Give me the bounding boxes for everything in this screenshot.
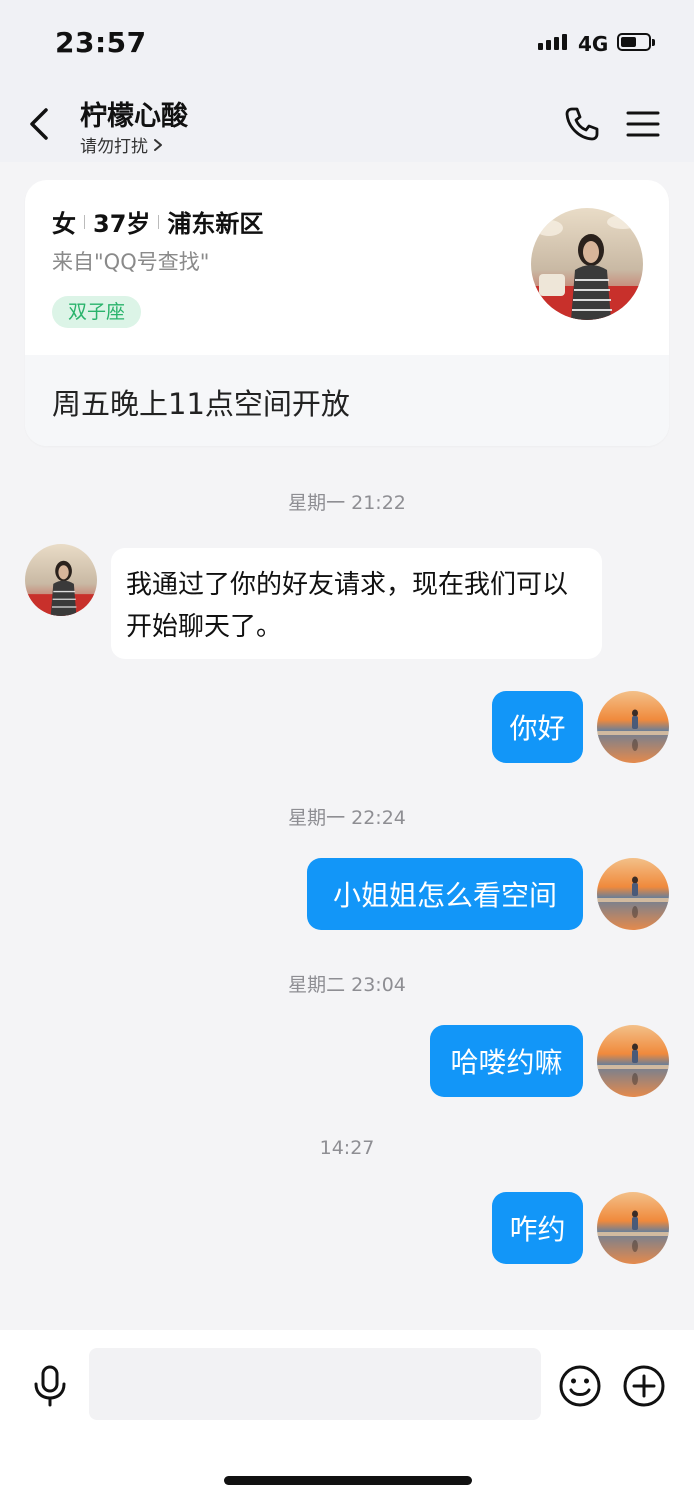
menu-icon[interactable] (624, 106, 662, 142)
my-avatar[interactable] (597, 858, 669, 930)
timestamp: 14:27 (319, 1137, 375, 1159)
my-avatar[interactable] (597, 1025, 669, 1097)
plus-icon[interactable] (622, 1364, 666, 1408)
profile-signature: 周五晚上11点空间开放 (52, 387, 350, 421)
chevron-right-icon (154, 138, 162, 151)
message-sent[interactable]: 小姐姐怎么看空间 (307, 858, 583, 930)
battery-icon (617, 33, 655, 51)
profile-basic-info: 女 37岁 浦东新区 (52, 204, 263, 239)
back-icon[interactable] (22, 104, 58, 144)
status-time: 23:57 (55, 26, 147, 59)
subtitle-label: 请勿打扰 (80, 137, 148, 157)
timestamp: 星期二 23:04 (288, 974, 406, 996)
profile-location: 浦东新区 (167, 210, 264, 238)
profile-signature-area: 周五晚上11点空间开放 (25, 355, 669, 446)
phone-icon[interactable] (562, 104, 602, 144)
my-avatar[interactable] (597, 1192, 669, 1264)
timestamp: 星期一 21:22 (288, 492, 406, 514)
profile-card[interactable]: 女 37岁 浦东新区 来自"QQ号查找" 双子座 周五晚上11点空间开放 (25, 180, 669, 446)
signal-icon (538, 34, 567, 50)
my-avatar[interactable] (597, 691, 669, 763)
profile-source: 来自"QQ号查找" (52, 250, 210, 274)
contact-avatar[interactable] (25, 544, 97, 616)
profile-gender: 女 (52, 210, 76, 238)
status-subtitle[interactable]: 请勿打扰 (80, 132, 164, 157)
message-sent[interactable]: 你好 (492, 691, 583, 763)
timestamp: 星期一 22:24 (288, 807, 406, 829)
message-sent[interactable]: 咋约 (492, 1192, 583, 1264)
zodiac-tag: 双子座 (52, 296, 142, 328)
divider (84, 214, 85, 229)
profile-age: 37岁 (93, 210, 151, 238)
emoji-icon[interactable] (558, 1364, 602, 1408)
message-input[interactable] (89, 1348, 541, 1420)
network-label: 4G (578, 32, 609, 56)
home-indicator[interactable] (224, 1476, 472, 1485)
nav-bar: 柠檬心酸 请勿打扰 (0, 86, 694, 162)
contact-name[interactable]: 柠檬心酸 (80, 94, 188, 133)
message-sent[interactable]: 哈喽约嘛 (430, 1025, 583, 1097)
profile-avatar[interactable] (531, 208, 643, 320)
message-received[interactable]: 我通过了你的好友请求，现在我们可以开始聊天了。 (111, 548, 602, 659)
microphone-icon[interactable] (30, 1364, 70, 1408)
status-bar: 23:57 4G (0, 0, 694, 86)
input-bar (0, 1330, 694, 1500)
divider (158, 214, 160, 229)
